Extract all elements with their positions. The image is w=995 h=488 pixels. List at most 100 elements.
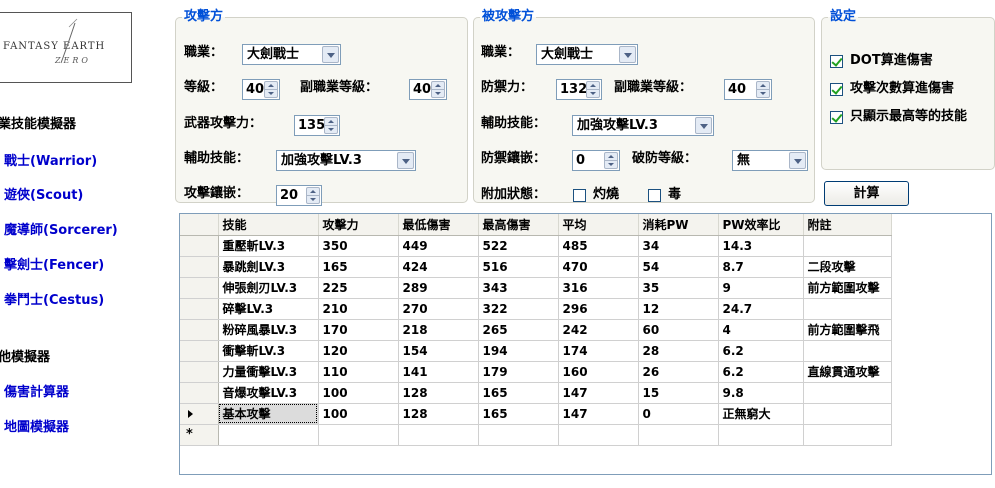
row-header-cell[interactable] (180, 319, 219, 341)
spin-up-icon[interactable] (605, 153, 617, 161)
hit-count-checkbox[interactable] (830, 83, 843, 96)
table-cell[interactable]: 225 (318, 277, 399, 299)
table-cell[interactable]: 100 (318, 382, 399, 404)
table-cell[interactable]: 34 (638, 235, 719, 257)
table-cell[interactable]: 449 (398, 235, 479, 257)
table-cell[interactable] (803, 382, 892, 404)
column-header[interactable]: 最低傷害 (398, 214, 479, 236)
column-header[interactable]: 最高傷害 (478, 214, 559, 236)
table-cell[interactable]: 24.7 (718, 298, 804, 320)
table-cell[interactable]: 296 (558, 298, 639, 320)
defense-spinner[interactable]: 132 (556, 79, 602, 100)
table-cell[interactable]: 衝擊斬LV.3 (218, 340, 319, 362)
table-cell[interactable]: 力量衝擊LV.3 (218, 361, 319, 383)
table-cell[interactable]: 12 (638, 298, 719, 320)
spin-down-icon[interactable] (307, 196, 319, 204)
table-cell[interactable]: 6.2 (718, 361, 804, 383)
table-cell[interactable] (803, 235, 892, 257)
table-cell[interactable]: 165 (478, 382, 559, 404)
table-cell[interactable]: 碎擊LV.3 (218, 298, 319, 320)
spin-down-icon[interactable] (265, 90, 277, 98)
table-cell[interactable]: 直線貫通攻擊 (803, 361, 892, 383)
new-row[interactable]: * (180, 424, 892, 446)
dot-damage-checkbox[interactable] (830, 55, 843, 68)
table-cell[interactable]: 14.3 (718, 235, 804, 257)
table-cell[interactable]: 正無窮大 (718, 403, 804, 425)
column-header[interactable]: 平均 (558, 214, 639, 236)
defender-support-select[interactable]: 加強攻擊LV.3 (572, 115, 714, 136)
table-cell[interactable]: 9.8 (718, 382, 804, 404)
weapon-attack-spinner[interactable]: 135 (294, 115, 340, 136)
row-header-cell[interactable] (180, 361, 219, 383)
spin-up-icon[interactable] (587, 82, 599, 90)
table-row[interactable]: 碎擊LV.3 210 270 322 296 12 24.7 (180, 298, 892, 320)
table-cell[interactable] (398, 424, 479, 446)
spin-down-icon[interactable] (325, 126, 337, 134)
sidebar-link-map-simulator[interactable]: 地圖模擬器 (4, 416, 69, 435)
table-cell[interactable]: 二段攻擊 (803, 256, 892, 278)
row-header-cell[interactable] (180, 382, 219, 404)
table-cell[interactable]: 6.2 (718, 340, 804, 362)
burn-checkbox[interactable] (573, 189, 586, 202)
column-header[interactable]: 技能 (218, 214, 319, 236)
table-cell[interactable] (318, 424, 399, 446)
table-cell[interactable]: 15 (638, 382, 719, 404)
defender-job-select[interactable]: 大劍戰士 (536, 44, 638, 65)
attacker-support-select[interactable]: 加強攻擊LV.3 (276, 150, 416, 171)
table-cell[interactable]: 147 (558, 382, 639, 404)
table-row[interactable]: 衝擊斬LV.3 120 154 194 174 28 6.2 (180, 340, 892, 362)
table-cell[interactable]: 前方範圍擊飛 (803, 319, 892, 341)
table-cell[interactable]: 重壓斬LV.3 (218, 235, 319, 257)
table-cell[interactable]: 154 (398, 340, 479, 362)
table-cell[interactable] (803, 340, 892, 362)
table-cell[interactable]: 165 (318, 256, 399, 278)
attacker-sub-level-spinner[interactable]: 40 (409, 79, 447, 100)
table-row[interactable]: 基本攻擊 100 128 165 147 0 正無窮大 (180, 403, 892, 425)
row-header-cell[interactable] (180, 256, 219, 278)
defender-sub-level-spinner[interactable]: 40 (724, 79, 772, 100)
table-cell[interactable]: 暴跳劍LV.3 (218, 256, 319, 278)
column-header[interactable]: 附註 (803, 214, 892, 236)
spin-down-icon[interactable] (757, 90, 769, 98)
column-header[interactable]: 消耗PW (638, 214, 719, 236)
table-cell[interactable]: 270 (398, 298, 479, 320)
table-cell[interactable]: 128 (398, 403, 479, 425)
table-cell[interactable] (638, 424, 719, 446)
column-header[interactable]: 攻擊力 (318, 214, 399, 236)
sidebar-link-cestus[interactable]: 拳鬥士(Cestus) (4, 289, 104, 308)
table-cell[interactable]: 289 (398, 277, 479, 299)
table-cell[interactable]: 9 (718, 277, 804, 299)
table-cell[interactable]: 粉碎風暴LV.3 (218, 319, 319, 341)
table-cell[interactable] (218, 424, 319, 446)
calculate-button[interactable]: 計算 (824, 181, 909, 206)
table-cell[interactable]: 242 (558, 319, 639, 341)
table-cell[interactable]: 470 (558, 256, 639, 278)
table-cell[interactable]: 60 (638, 319, 719, 341)
table-cell[interactable] (803, 424, 892, 446)
table-cell[interactable]: 基本攻擊 (218, 403, 319, 425)
spin-up-icon[interactable] (265, 82, 277, 90)
table-cell[interactable] (718, 424, 804, 446)
table-cell[interactable]: 147 (558, 403, 639, 425)
spin-down-icon[interactable] (605, 161, 617, 169)
spin-up-icon[interactable] (432, 82, 444, 90)
table-cell[interactable]: 170 (318, 319, 399, 341)
poison-checkbox[interactable] (648, 189, 661, 202)
pierce-level-select[interactable]: 無 (732, 150, 808, 171)
table-cell[interactable]: 265 (478, 319, 559, 341)
row-header-cell[interactable] (180, 277, 219, 299)
table-cell[interactable]: 350 (318, 235, 399, 257)
table-cell[interactable]: 218 (398, 319, 479, 341)
table-cell[interactable]: 516 (478, 256, 559, 278)
table-cell[interactable]: 165 (478, 403, 559, 425)
spin-up-icon[interactable] (757, 82, 769, 90)
table-cell[interactable]: 100 (318, 403, 399, 425)
attacker-level-spinner[interactable]: 40 (242, 79, 280, 100)
table-cell[interactable]: 54 (638, 256, 719, 278)
table-row[interactable]: 力量衝擊LV.3 110 141 179 160 26 6.2 直線貫通攻擊 (180, 361, 892, 383)
table-cell[interactable]: 141 (398, 361, 479, 383)
table-cell[interactable]: 424 (398, 256, 479, 278)
defense-inlay-spinner[interactable]: 0 (572, 150, 620, 171)
table-cell[interactable]: 522 (478, 235, 559, 257)
row-header-cell[interactable]: * (180, 424, 219, 446)
